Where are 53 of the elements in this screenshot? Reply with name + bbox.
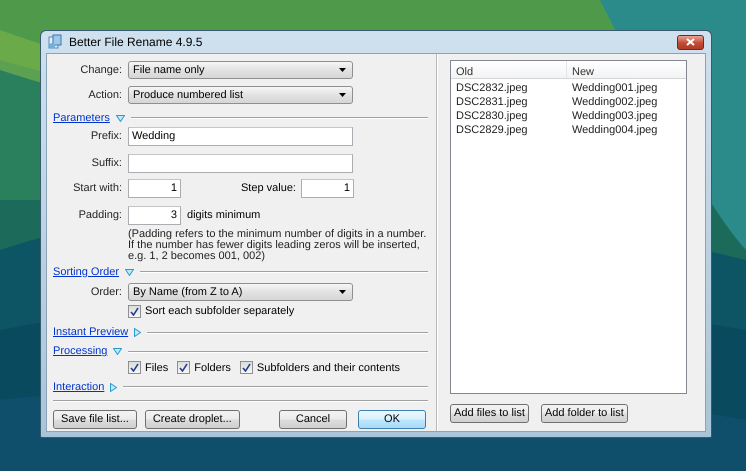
window-title: Better File Rename 4.9.5 xyxy=(69,34,202,51)
checkbox[interactable] xyxy=(128,304,141,318)
dropdown[interactable]: By Name (from Z to A) xyxy=(128,283,353,301)
text-field[interactable] xyxy=(128,154,353,172)
ok-button[interactable]: OK xyxy=(358,410,426,429)
table-cell-text: Wedding004.jpeg xyxy=(571,123,658,137)
text-field[interactable]: 1 xyxy=(128,178,181,198)
section-link[interactable]: Parameters xyxy=(53,110,110,126)
unit-label: digits minimum xyxy=(187,208,260,223)
text-field[interactable]: Wedding xyxy=(128,126,353,146)
button[interactable]: Add files to list xyxy=(450,404,529,423)
button[interactable]: Add folder to list xyxy=(540,404,628,423)
close-button[interactable] xyxy=(677,34,704,50)
section-link[interactable]: Interaction xyxy=(53,378,104,396)
checkbox[interactable] xyxy=(177,361,190,374)
column-header[interactable]: Old xyxy=(451,61,566,78)
text-field[interactable]: 1 xyxy=(301,178,354,198)
caret-icon xyxy=(339,93,346,97)
section-link[interactable]: Instant Preview xyxy=(53,324,128,341)
caret-icon xyxy=(339,68,346,72)
field-label: Step value: xyxy=(240,180,296,196)
button[interactable]: Cancel xyxy=(279,410,347,429)
text-field[interactable]: 3 xyxy=(128,206,181,224)
table-cell-text: Wedding002.jpeg xyxy=(571,95,658,109)
section-link[interactable]: Processing xyxy=(53,343,108,360)
help-text: (Padding refers to the minimum number of digits in a number. If the number has fewer digits leading zeros will be inserted, e.g. 1, 2 becomes 001, 002) xyxy=(128,229,428,262)
field-label: Prefix: xyxy=(90,128,122,144)
checkbox-label: Subfolders and their contents xyxy=(256,360,400,376)
checkbox-label: Files xyxy=(145,360,168,376)
field-label: Order: xyxy=(90,284,122,300)
button[interactable]: Create droplet... xyxy=(144,410,240,429)
field-label: Suffix: xyxy=(90,156,122,171)
close-icon xyxy=(686,38,695,46)
table-cell-text: DSC2832.jpeg xyxy=(455,81,529,95)
section-link[interactable]: Sorting Order xyxy=(53,264,120,280)
table-cell-text: DSC2830.jpeg xyxy=(455,109,529,123)
table-cell-text: Wedding003.jpeg xyxy=(571,109,658,123)
column-header[interactable]: New xyxy=(566,61,686,78)
field-label: Start with: xyxy=(72,180,122,196)
checkbox[interactable] xyxy=(128,361,141,374)
field-label: Change: xyxy=(79,62,122,78)
checkbox-label: Sort each subfolder separately xyxy=(145,304,294,319)
button[interactable]: Save file list... xyxy=(53,410,137,429)
checkbox[interactable] xyxy=(240,361,253,374)
table-cell-text: Wedding001.jpeg xyxy=(571,81,658,95)
dropdown[interactable]: File name only xyxy=(128,61,353,79)
checkbox-label: Folders xyxy=(194,360,231,376)
field-label: Action: xyxy=(87,88,122,103)
table-cell-text: DSC2831.jpeg xyxy=(455,95,529,109)
table-cell-text: DSC2829.jpeg xyxy=(455,123,529,137)
app-icon xyxy=(47,34,63,50)
field-label: Padding: xyxy=(78,208,122,223)
dropdown[interactable]: Produce numbered list xyxy=(128,86,353,104)
